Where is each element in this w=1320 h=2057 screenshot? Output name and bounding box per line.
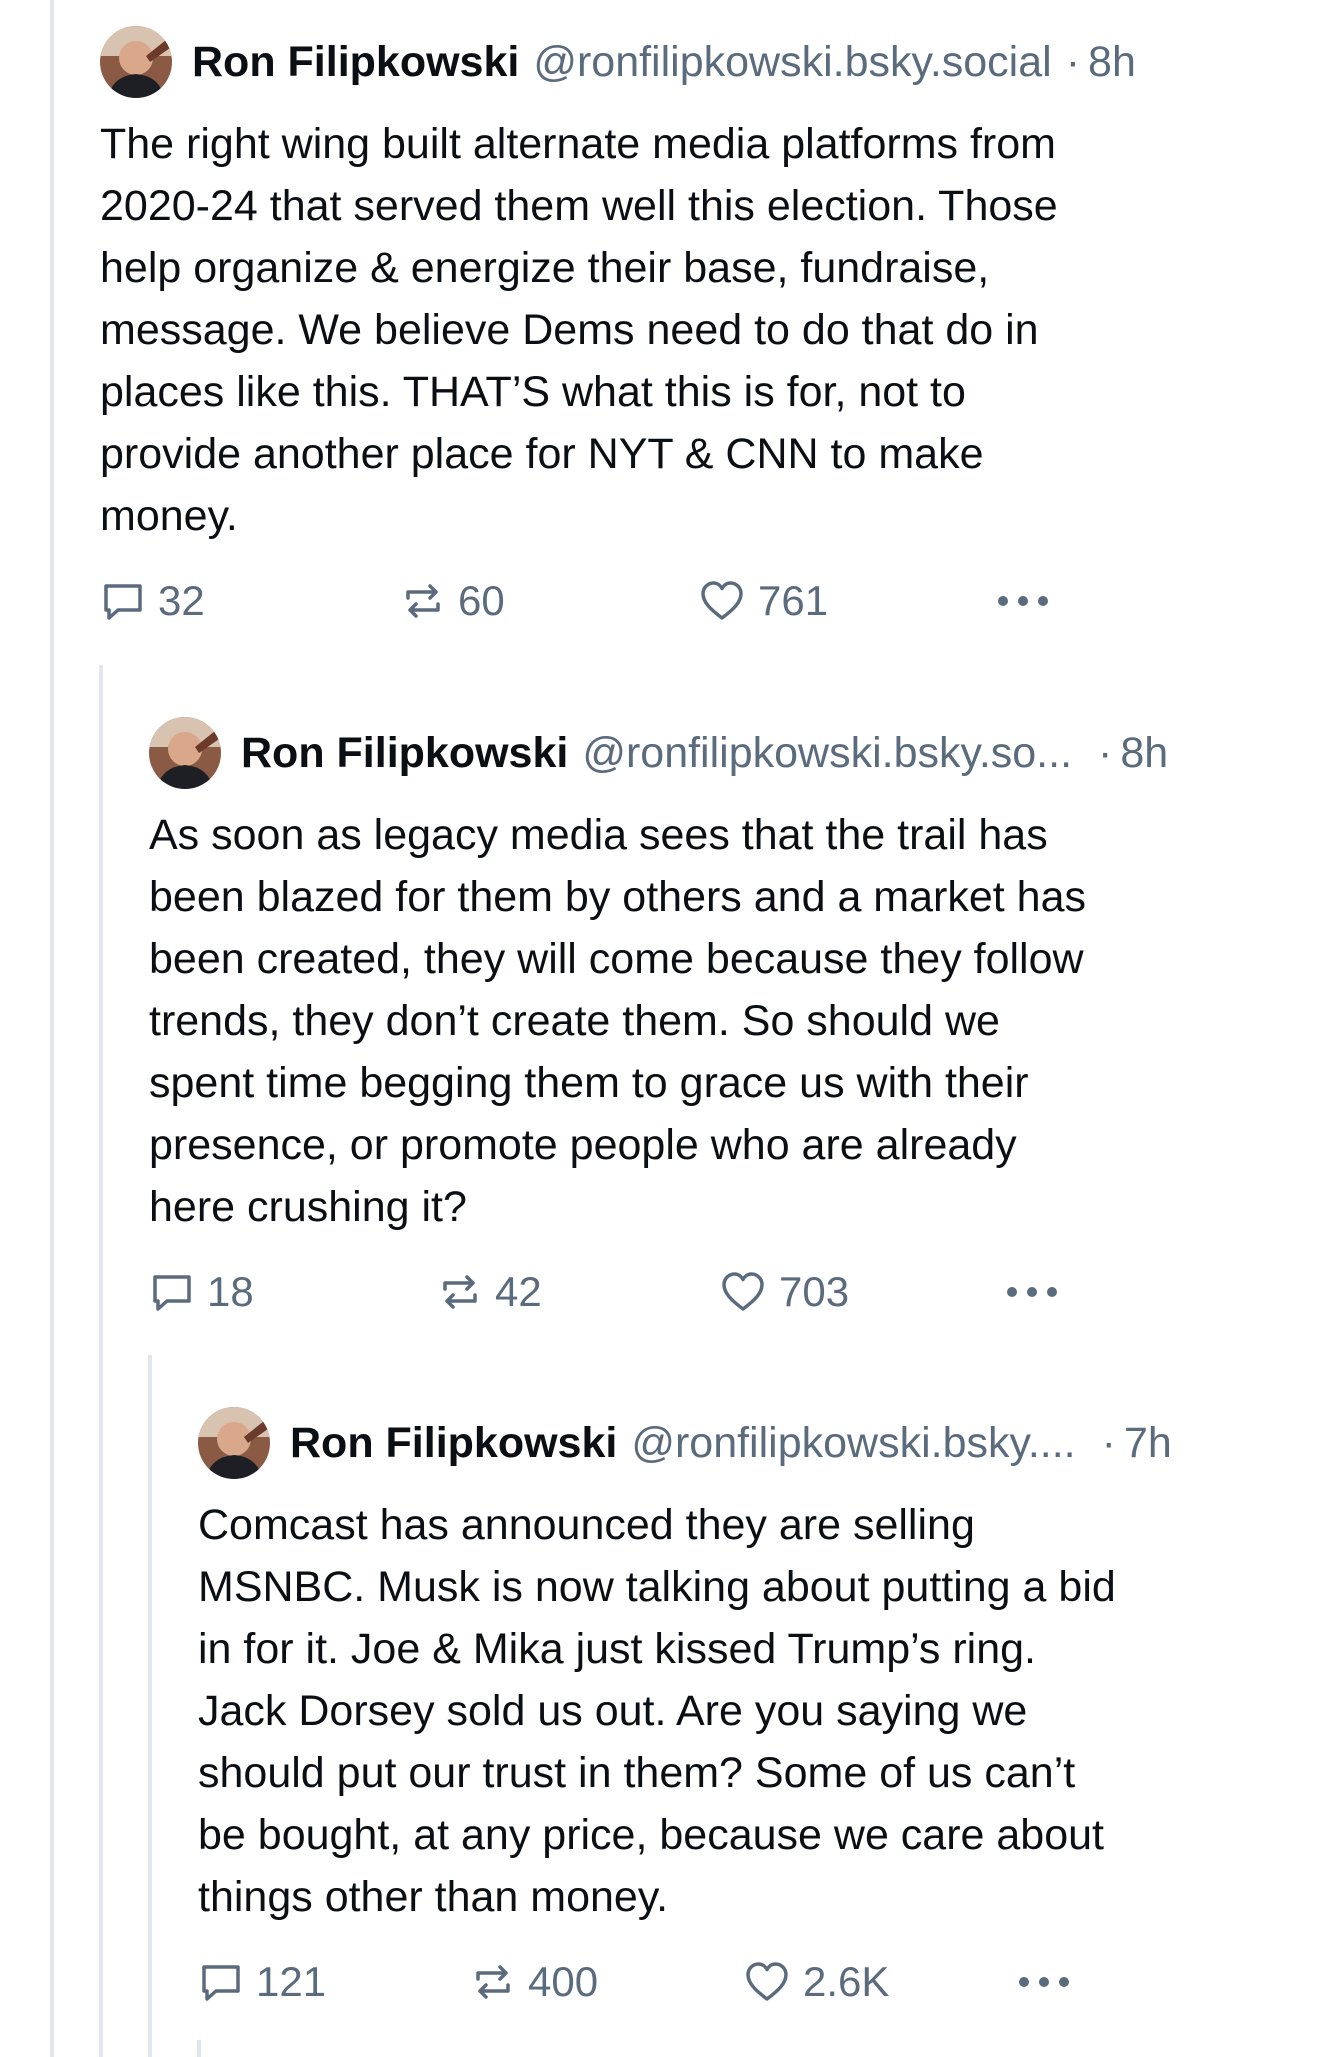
author-handle[interactable]: @ronfilipkowski.bsky.so... <box>582 729 1072 778</box>
thread-line-continue <box>197 2040 201 2057</box>
repost-count: 42 <box>495 1268 542 1315</box>
post-text: The right wing built alternate media pla… <box>100 120 1058 540</box>
like-count: 2.6K <box>803 1958 890 2005</box>
repost-arrows-icon <box>406 584 440 618</box>
post-header: Ron Filipkowski @ronfilipkowski.bsky....… <box>198 1407 1172 1479</box>
avatar-image <box>100 26 172 98</box>
thread-line-mid <box>99 665 103 2057</box>
repost-arrows-icon <box>443 1275 477 1309</box>
reply-button[interactable]: 121 <box>198 1952 326 2012</box>
heart-icon <box>701 581 743 620</box>
post-text: As soon as legacy media sees that the tr… <box>149 811 1086 1231</box>
repost-button[interactable]: 42 <box>437 1262 542 1322</box>
post-timestamp[interactable]: 7h <box>1124 1419 1172 1468</box>
ellipsis-icon <box>1019 1977 1069 1987</box>
reply-count: 32 <box>158 577 205 624</box>
post-timestamp[interactable]: 8h <box>1088 38 1136 87</box>
ellipsis-icon <box>998 596 1048 606</box>
post-text: Comcast has announced they are selling M… <box>198 1501 1116 1921</box>
author-handle[interactable]: @ronfilipkowski.bsky.... <box>631 1419 1075 1468</box>
avatar-image <box>198 1407 270 1479</box>
repost-arrows-icon <box>476 1965 510 1999</box>
author-name[interactable]: Ron Filipkowski <box>192 38 519 87</box>
avatar-image <box>149 717 221 789</box>
repost-button[interactable]: 60 <box>400 571 505 631</box>
more-options-button[interactable] <box>995 571 1051 631</box>
avatar[interactable] <box>100 26 172 98</box>
repost-count: 60 <box>458 577 505 624</box>
like-button[interactable]: 703 <box>719 1262 849 1322</box>
like-button[interactable]: 2.6K <box>743 1952 889 2012</box>
reply-count: 18 <box>207 1268 254 1315</box>
author-name[interactable]: Ron Filipkowski <box>241 729 568 778</box>
dot-separator: · <box>1101 1418 1116 1467</box>
like-count: 703 <box>779 1268 850 1315</box>
like-count: 761 <box>758 577 829 624</box>
post-header: Ron Filipkowski @ronfilipkowski.bsky.soc… <box>100 26 1136 98</box>
more-options-button[interactable] <box>1004 1262 1060 1322</box>
post-header: Ron Filipkowski @ronfilipkowski.bsky.so.… <box>149 717 1168 789</box>
avatar[interactable] <box>149 717 221 789</box>
post[interactable]: Ron Filipkowski @ronfilipkowski.bsky.so.… <box>149 717 1309 1338</box>
like-button[interactable]: 761 <box>698 571 828 631</box>
author-handle[interactable]: @ronfilipkowski.bsky.social <box>533 38 1051 87</box>
repost-count: 400 <box>528 1958 599 2005</box>
thread-line-outer <box>50 0 54 2057</box>
author-name[interactable]: Ron Filipkowski <box>290 1419 617 1468</box>
speech-bubble-icon <box>202 1965 240 2001</box>
more-options-button[interactable] <box>1016 1952 1072 2012</box>
heart-icon <box>746 1962 788 2001</box>
post[interactable]: Ron Filipkowski @ronfilipkowski.bsky....… <box>198 1407 1310 2028</box>
post-actions: 121 400 2.6K <box>198 1952 1098 2012</box>
speech-bubble-icon <box>104 584 142 620</box>
post-actions: 18 42 703 <box>149 1262 1129 1322</box>
ellipsis-icon <box>1007 1287 1057 1297</box>
avatar[interactable] <box>198 1407 270 1479</box>
heart-icon <box>722 1272 764 1311</box>
reply-button[interactable]: 18 <box>149 1262 254 1322</box>
post[interactable]: Ron Filipkowski @ronfilipkowski.bsky.soc… <box>100 26 1300 637</box>
thread-line-inner <box>148 1355 152 2057</box>
reply-count: 121 <box>256 1958 327 2005</box>
post-timestamp[interactable]: 8h <box>1120 729 1168 778</box>
reply-button[interactable]: 32 <box>100 571 205 631</box>
dot-separator: · <box>1065 37 1081 86</box>
repost-button[interactable]: 400 <box>470 1952 598 2012</box>
dot-separator: · <box>1098 728 1113 777</box>
speech-bubble-icon <box>153 1275 191 1311</box>
post-actions: 32 60 761 <box>100 571 1100 631</box>
